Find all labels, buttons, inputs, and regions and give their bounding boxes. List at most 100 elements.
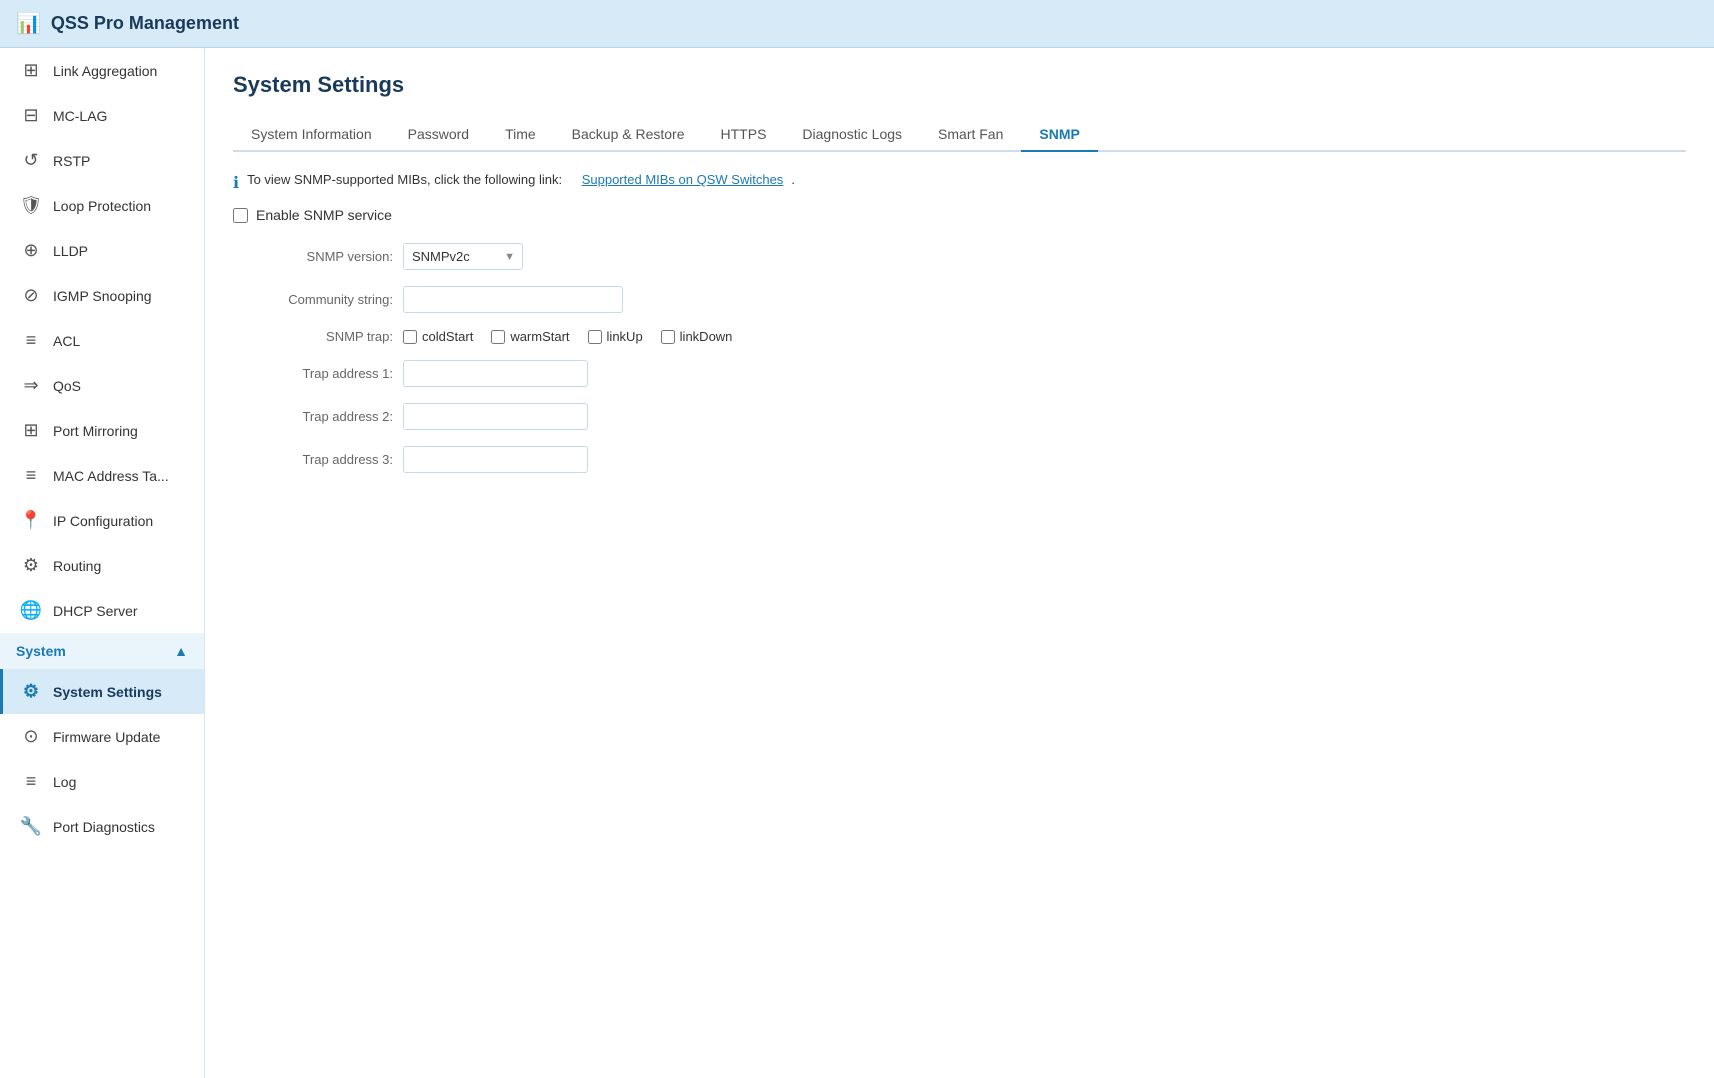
trap-linkdown-checkbox[interactable] xyxy=(661,330,675,344)
trap-address-2-label: Trap address 2: xyxy=(253,409,393,424)
sidebar-item-lldp[interactable]: ⊕ LLDP xyxy=(0,228,204,273)
sidebar-label-system-settings: System Settings xyxy=(53,684,162,700)
sidebar-item-firmware-update[interactable]: ⊙ Firmware Update xyxy=(0,714,204,759)
tab-password[interactable]: Password xyxy=(390,118,487,152)
sidebar-label-mac-address-table: MAC Address Ta... xyxy=(53,468,169,484)
tab-backup-restore[interactable]: Backup & Restore xyxy=(554,118,703,152)
enable-snmp-label[interactable]: Enable SNMP service xyxy=(256,207,392,223)
mc-lag-icon: ⊟ xyxy=(19,105,43,126)
sidebar-label-log: Log xyxy=(53,774,76,790)
app-title: QSS Pro Management xyxy=(51,13,239,34)
community-string-input[interactable] xyxy=(403,286,623,313)
main-layout: ⊞ Link Aggregation ⊟ MC-LAG ↺ RSTP 🛡 Loo… xyxy=(0,48,1714,1078)
sidebar-label-ip-configuration: IP Configuration xyxy=(53,513,153,529)
enable-snmp-row: Enable SNMP service xyxy=(233,207,1686,223)
rstp-icon: ↺ xyxy=(19,150,43,171)
sidebar-item-port-diagnostics[interactable]: 🔧 Port Diagnostics xyxy=(0,804,204,849)
sidebar-label-rstp: RSTP xyxy=(53,153,90,169)
enable-snmp-checkbox[interactable] xyxy=(233,208,248,223)
trap-coldstart-label[interactable]: coldStart xyxy=(422,329,473,344)
snmp-version-row: SNMP version: SNMPv1 SNMPv2c SNMPv3 ▼ xyxy=(253,243,1686,270)
system-section-header[interactable]: System ▲ xyxy=(0,633,204,669)
sidebar-item-dhcp-server[interactable]: 🌐 DHCP Server xyxy=(0,588,204,633)
sidebar-item-log[interactable]: ≡ Log xyxy=(0,759,204,804)
tab-diagnostic-logs[interactable]: Diagnostic Logs xyxy=(784,118,920,152)
trap-address-3-label: Trap address 3: xyxy=(253,452,393,467)
snmp-version-label: SNMP version: xyxy=(253,249,393,264)
sidebar-label-acl: ACL xyxy=(53,333,80,349)
sidebar-item-mc-lag[interactable]: ⊟ MC-LAG xyxy=(0,93,204,138)
snmp-trap-label: SNMP trap: xyxy=(253,329,393,344)
sidebar-item-ip-configuration[interactable]: 📍 IP Configuration xyxy=(0,498,204,543)
trap-address-1-label: Trap address 1: xyxy=(253,366,393,381)
snmp-trap-row: SNMP trap: coldStart warmStart linkUp xyxy=(253,329,1686,344)
tabs-bar: System Information Password Time Backup … xyxy=(233,118,1686,152)
content-area: System Settings System Information Passw… xyxy=(205,48,1714,1078)
app-icon: 📊 xyxy=(16,11,41,36)
trap-address-3-row: Trap address 3: xyxy=(253,446,1686,473)
tab-smart-fan[interactable]: Smart Fan xyxy=(920,118,1021,152)
sidebar-item-mac-address-table[interactable]: ≡ MAC Address Ta... xyxy=(0,453,204,498)
sidebar-item-igmp-snooping[interactable]: ⊘ IGMP Snooping xyxy=(0,273,204,318)
dhcp-server-icon: 🌐 xyxy=(19,600,43,621)
log-icon: ≡ xyxy=(19,771,43,792)
tab-snmp[interactable]: SNMP xyxy=(1021,118,1097,152)
snmp-version-select[interactable]: SNMPv1 SNMPv2c SNMPv3 xyxy=(403,243,523,270)
trap-address-3-input[interactable] xyxy=(403,446,588,473)
trap-link-down: linkDown xyxy=(661,329,733,344)
trap-address-1-input[interactable] xyxy=(403,360,588,387)
trap-linkdown-label[interactable]: linkDown xyxy=(680,329,733,344)
sidebar-label-link-aggregation: Link Aggregation xyxy=(53,63,157,79)
mac-address-icon: ≡ xyxy=(19,465,43,486)
sidebar-label-igmp-snooping: IGMP Snooping xyxy=(53,288,152,304)
tab-system-information[interactable]: System Information xyxy=(233,118,390,152)
trap-warmstart-checkbox[interactable] xyxy=(491,330,505,344)
info-icon: ℹ xyxy=(233,173,239,193)
qos-icon: ⇒ xyxy=(19,375,43,396)
snmp-form: SNMP version: SNMPv1 SNMPv2c SNMPv3 ▼ Co… xyxy=(253,243,1686,473)
snmp-info-text: To view SNMP-supported MIBs, click the f… xyxy=(247,172,562,187)
sidebar-label-dhcp-server: DHCP Server xyxy=(53,603,138,619)
sidebar-item-rstp[interactable]: ↺ RSTP xyxy=(0,138,204,183)
snmp-info-link[interactable]: Supported MIBs on QSW Switches xyxy=(582,172,784,187)
sidebar-label-port-diagnostics: Port Diagnostics xyxy=(53,819,155,835)
sidebar-item-acl[interactable]: ≡ ACL xyxy=(0,318,204,363)
sidebar-item-link-aggregation[interactable]: ⊞ Link Aggregation xyxy=(0,48,204,93)
routing-icon: ⚙ xyxy=(19,555,43,576)
sidebar-item-port-mirroring[interactable]: ⊞ Port Mirroring xyxy=(0,408,204,453)
community-string-row: Community string: xyxy=(253,286,1686,313)
sidebar-item-system-settings[interactable]: ⚙ System Settings xyxy=(0,669,204,714)
trap-address-2-row: Trap address 2: xyxy=(253,403,1686,430)
sidebar-label-qos: QoS xyxy=(53,378,81,394)
snmp-version-wrapper: SNMPv1 SNMPv2c SNMPv3 ▼ xyxy=(403,243,523,270)
page-title: System Settings xyxy=(233,72,1686,98)
system-section-chevron: ▲ xyxy=(174,643,188,659)
snmp-panel: ℹ To view SNMP-supported MIBs, click the… xyxy=(233,172,1686,473)
sidebar-label-routing: Routing xyxy=(53,558,101,574)
ip-configuration-icon: 📍 xyxy=(19,510,43,531)
trap-warm-start: warmStart xyxy=(491,329,569,344)
trap-address-1-row: Trap address 1: xyxy=(253,360,1686,387)
sidebar-item-loop-protection[interactable]: 🛡 Loop Protection xyxy=(0,183,204,228)
firmware-update-icon: ⊙ xyxy=(19,726,43,747)
sidebar-label-mc-lag: MC-LAG xyxy=(53,108,107,124)
igmp-snooping-icon: ⊘ xyxy=(19,285,43,306)
loop-protection-icon: 🛡 xyxy=(19,195,43,216)
trap-linkup-label[interactable]: linkUp xyxy=(607,329,643,344)
sidebar: ⊞ Link Aggregation ⊟ MC-LAG ↺ RSTP 🛡 Loo… xyxy=(0,48,205,1078)
sidebar-item-qos[interactable]: ⇒ QoS xyxy=(0,363,204,408)
trap-warmstart-label[interactable]: warmStart xyxy=(510,329,569,344)
snmp-info-box: ℹ To view SNMP-supported MIBs, click the… xyxy=(233,172,1686,193)
trap-address-2-input[interactable] xyxy=(403,403,588,430)
sidebar-item-routing[interactable]: ⚙ Routing xyxy=(0,543,204,588)
tab-time[interactable]: Time xyxy=(487,118,554,152)
acl-icon: ≡ xyxy=(19,330,43,351)
sidebar-label-firmware-update: Firmware Update xyxy=(53,729,160,745)
topbar: 📊 QSS Pro Management xyxy=(0,0,1714,48)
trap-linkup-checkbox[interactable] xyxy=(588,330,602,344)
trap-coldstart-checkbox[interactable] xyxy=(403,330,417,344)
sidebar-label-port-mirroring: Port Mirroring xyxy=(53,423,138,439)
trap-cold-start: coldStart xyxy=(403,329,473,344)
tab-https[interactable]: HTTPS xyxy=(703,118,785,152)
trap-link-up: linkUp xyxy=(588,329,643,344)
